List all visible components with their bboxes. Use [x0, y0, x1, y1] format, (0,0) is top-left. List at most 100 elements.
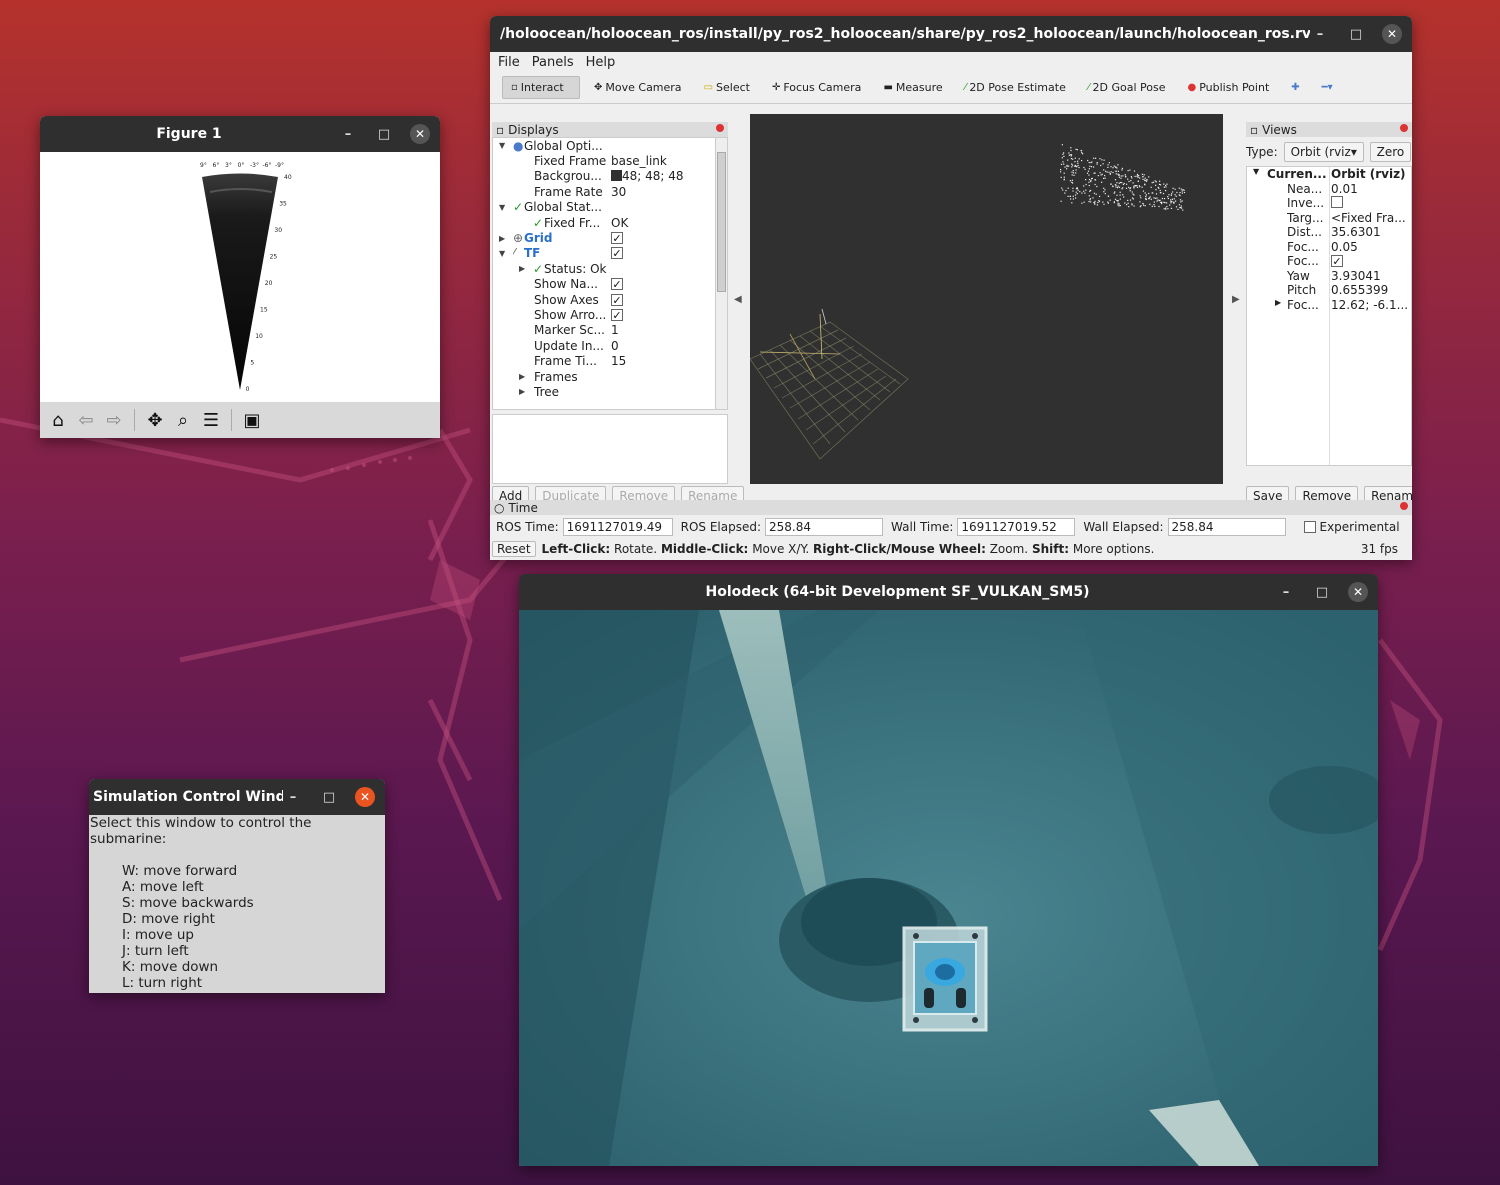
expand-arrow-icon[interactable]: ▼ — [1253, 167, 1259, 176]
view-row-yaw[interactable]: Yaw 3.93041 — [1247, 269, 1411, 284]
grid-checkbox[interactable]: ✓ — [611, 232, 623, 245]
zero-button[interactable]: Zero — [1369, 142, 1412, 162]
displays-scrollbar[interactable] — [715, 138, 727, 409]
maximize-button[interactable]: □ — [374, 124, 394, 144]
remove-tool-button[interactable]: ━▾ — [1314, 78, 1341, 97]
maximize-button[interactable]: □ — [319, 787, 339, 807]
view-row-target[interactable]: Targ... <Fixed Fra... — [1247, 211, 1411, 226]
tree-row-frames[interactable]: ▶ Frames — [493, 369, 727, 384]
tree-value[interactable]: 0 — [611, 339, 619, 353]
show-arrows-checkbox[interactable]: ✓ — [611, 308, 623, 321]
collapse-left-icon[interactable]: ◀ — [734, 294, 742, 305]
ros-elapsed-field[interactable]: 258.84 — [765, 518, 884, 536]
tf-checkbox[interactable]: ✓ — [611, 247, 623, 260]
tree-row-global-status[interactable]: ▼ ✓ Global Stat... — [493, 200, 727, 215]
minimize-button[interactable]: – — [1310, 24, 1330, 44]
show-names-checkbox[interactable]: ✓ — [611, 278, 623, 291]
collapse-arrow-icon[interactable]: ▶ — [1275, 298, 1281, 307]
tree-row-global-options[interactable]: ▼ ● Global Opti... — [493, 138, 727, 153]
view-type-dropdown[interactable]: Orbit (rviz ▾ — [1283, 142, 1364, 162]
tree-row-show-axes[interactable]: Show Axes ✓ — [493, 292, 727, 307]
menu-help[interactable]: Help — [586, 55, 616, 70]
tool-measure[interactable]: ▬ Measure — [875, 77, 950, 98]
view-value[interactable]: 0.655399 — [1331, 283, 1411, 297]
tree-value[interactable]: 30 — [611, 185, 626, 199]
close-panel-icon[interactable] — [1400, 124, 1408, 132]
tool-focus-camera[interactable]: ✛ Focus Camera — [764, 77, 869, 98]
experimental-checkbox[interactable] — [1303, 521, 1316, 533]
close-panel-icon[interactable] — [716, 124, 724, 132]
close-button[interactable]: ✕ — [1348, 582, 1368, 602]
close-button[interactable]: ✕ — [355, 787, 375, 807]
tree-row-tree[interactable]: ▶ Tree — [493, 384, 727, 399]
tool-2d-pose-estimate[interactable]: ⁄ 2D Pose Estimate — [957, 77, 1074, 98]
figure-titlebar[interactable]: Figure 1 – □ ✕ — [40, 116, 440, 152]
tree-value[interactable]: 15 — [611, 354, 626, 368]
view-row-distance[interactable]: Dist... 35.6301 — [1247, 225, 1411, 240]
menu-file[interactable]: File — [498, 55, 520, 70]
sim-titlebar[interactable]: Simulation Control Wind... – □ ✕ — [89, 779, 385, 815]
minimize-button[interactable]: – — [338, 124, 358, 144]
tree-row-update-interval[interactable]: Update In... 0 — [493, 338, 727, 353]
tool-select[interactable]: ▭ Select — [696, 77, 758, 98]
view-row-pitch[interactable]: Pitch 0.655399 — [1247, 283, 1411, 298]
close-button[interactable]: ✕ — [1382, 24, 1402, 44]
scrollbar-thumb[interactable] — [717, 152, 726, 292]
collapse-arrow-icon[interactable]: ▶ — [519, 372, 525, 381]
tree-row-fixed-frame[interactable]: Fixed Frame base_link — [493, 153, 727, 168]
tree-row-frame-timeout[interactable]: Frame Ti... 15 — [493, 353, 727, 368]
collapse-right-icon[interactable]: ▶ — [1232, 294, 1240, 305]
color-swatch-value[interactable]: 48; 48; 48 — [611, 169, 684, 183]
view-row-near-clip[interactable]: Nea... 0.01 — [1247, 182, 1411, 197]
menu-panels[interactable]: Panels — [532, 55, 574, 70]
view-row-focal-size[interactable]: Foc... 0.05 — [1247, 240, 1411, 255]
expand-arrow-icon[interactable]: ▼ — [499, 141, 505, 150]
tree-row-frame-rate[interactable]: Frame Rate 30 — [493, 184, 727, 199]
tree-row-fixed-frame-status[interactable]: ✓ Fixed Fr... OK — [493, 215, 727, 230]
back-arrow-icon[interactable]: ⇦ — [74, 408, 98, 432]
tree-row-tf[interactable]: ▼ ⁄ TF ✓ — [493, 246, 727, 261]
tree-row-status[interactable]: ▶ ✓ Status: Ok — [493, 261, 727, 276]
tree-row-grid[interactable]: ▶ ⊕ Grid ✓ — [493, 230, 727, 245]
wall-time-field[interactable]: 1691127019.52 — [957, 518, 1076, 536]
collapse-arrow-icon[interactable]: ▶ — [499, 234, 505, 243]
simulation-view[interactable] — [519, 610, 1378, 1166]
sim-instructions[interactable]: Select this window to control the submar… — [89, 815, 385, 991]
invert-checkbox[interactable] — [1331, 196, 1343, 208]
view-row-current[interactable]: ▼ Curren... Orbit (rviz) — [1247, 167, 1411, 182]
render-viewport[interactable] — [749, 114, 1223, 484]
holodeck-titlebar[interactable]: Holodeck (64-bit Development SF_VULKAN_S… — [519, 574, 1378, 610]
view-row-invert[interactable]: Inve... — [1247, 196, 1411, 211]
view-value[interactable]: <Fixed Fra... — [1331, 211, 1411, 225]
collapse-arrow-icon[interactable]: ▶ — [519, 387, 525, 396]
forward-arrow-icon[interactable]: ⇨ — [102, 408, 126, 432]
maximize-button[interactable]: □ — [1346, 24, 1366, 44]
minimize-button[interactable]: – — [283, 787, 303, 807]
ros-time-field[interactable]: 1691127019.49 — [562, 518, 673, 536]
tree-row-show-arrows[interactable]: Show Arro... ✓ — [493, 307, 727, 322]
pan-icon[interactable]: ✥ — [143, 408, 167, 432]
wall-elapsed-field[interactable]: 258.84 — [1167, 518, 1286, 536]
rviz-titlebar[interactable]: /holoocean/holoocean_ros/install/py_ros2… — [490, 16, 1412, 52]
close-button[interactable]: ✕ — [410, 124, 430, 144]
tree-value[interactable]: 1 — [611, 323, 619, 337]
view-row-focal-shape[interactable]: Foc... ✓ — [1247, 254, 1411, 269]
maximize-button[interactable]: □ — [1312, 582, 1332, 602]
tool-interact[interactable]: ▫ Interact — [502, 76, 580, 99]
add-tool-button[interactable]: ✚ — [1283, 78, 1307, 97]
reset-button[interactable]: Reset — [492, 541, 536, 557]
zoom-icon[interactable]: ⌕ — [171, 408, 195, 432]
view-value[interactable]: 3.93041 — [1331, 269, 1411, 283]
tree-value[interactable]: base_link — [611, 154, 667, 168]
collapse-arrow-icon[interactable]: ▶ — [519, 264, 525, 273]
view-value[interactable]: 0.05 — [1331, 240, 1411, 254]
save-icon[interactable]: ▣ — [240, 408, 264, 432]
tree-row-background[interactable]: Backgrou... 48; 48; 48 — [493, 169, 727, 184]
tool-2d-goal-pose[interactable]: ⁄ 2D Goal Pose — [1080, 77, 1174, 98]
show-axes-checkbox[interactable]: ✓ — [611, 293, 623, 306]
tool-move-camera[interactable]: ✥ Move Camera — [586, 77, 690, 98]
home-icon[interactable]: ⌂ — [46, 408, 70, 432]
expand-arrow-icon[interactable]: ▼ — [499, 203, 505, 212]
view-value[interactable]: 12.62; -6.1... — [1331, 298, 1411, 312]
expand-arrow-icon[interactable]: ▼ — [499, 249, 505, 258]
